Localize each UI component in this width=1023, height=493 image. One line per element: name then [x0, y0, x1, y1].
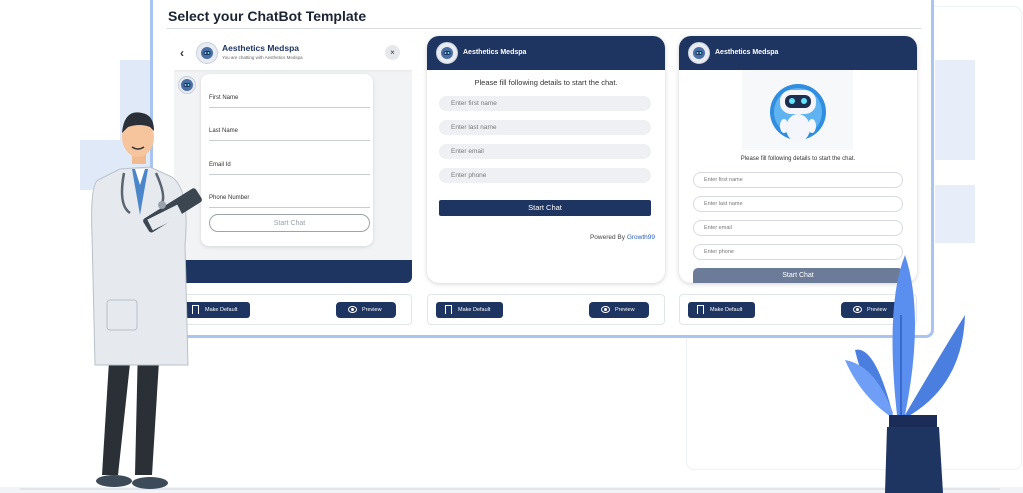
first-name-field[interactable]: First Name: [209, 92, 370, 108]
bookmark-icon: [697, 305, 704, 314]
robot-icon: [181, 79, 193, 91]
robot-icon: [742, 70, 853, 150]
preview-label: Preview: [615, 307, 635, 313]
bot-avatar: [196, 42, 218, 64]
bookmark-icon: [445, 305, 452, 314]
phone-field[interactable]: Phone Number: [209, 192, 370, 208]
bot-avatar: [436, 42, 458, 64]
eye-icon: [601, 306, 610, 313]
email-input[interactable]: Enter email: [439, 144, 651, 159]
chat-form: First Name Last Name Email Id Phone Numb…: [201, 74, 373, 246]
chat-header: Aesthetics Medspa: [679, 36, 917, 70]
template-card-3[interactable]: Aesthetics Medspa Please fill following …: [679, 36, 917, 283]
background-decoration: [935, 185, 975, 243]
robot-icon: [441, 47, 453, 59]
close-icon[interactable]: ×: [385, 45, 400, 60]
first-name-input[interactable]: Enter first name: [439, 96, 651, 111]
email-field[interactable]: Email Id: [209, 159, 370, 175]
form-instruction: Please fill following details to start t…: [474, 78, 618, 87]
chat-header: Aesthetics Medspa: [427, 36, 665, 70]
bot-name: Aesthetics Medspa: [222, 43, 299, 53]
bot-avatar: [688, 42, 710, 64]
email-input[interactable]: Enter email: [693, 220, 903, 236]
title-divider: [167, 28, 921, 29]
powered-by-prefix: Powered By: [589, 234, 627, 241]
bot-name: Aesthetics Medspa: [715, 49, 779, 56]
doctor-illustration: [91, 112, 202, 489]
preview-label: Preview: [362, 307, 382, 313]
preview-button[interactable]: Preview: [336, 302, 396, 318]
template-2-actions: Make Default Preview: [427, 294, 665, 325]
robot-icon: [693, 47, 705, 59]
last-name-field[interactable]: Last Name: [209, 125, 370, 141]
powered-by: Powered By Growth99: [590, 234, 655, 241]
last-name-input[interactable]: Enter last name: [439, 120, 651, 135]
eye-icon: [348, 306, 357, 313]
bot-avatar: [178, 76, 196, 94]
start-chat-button[interactable]: Start Chat: [209, 214, 370, 232]
make-default-label: Make Default: [710, 307, 743, 313]
last-name-input[interactable]: Enter last name: [693, 196, 903, 212]
make-default-button[interactable]: Make Default: [688, 302, 755, 318]
chat-header: ‹ Aesthetics Medspa You are chatting wit…: [174, 36, 412, 70]
page-title: Select your ChatBot Template: [168, 8, 367, 24]
bot-name: Aesthetics Medspa: [463, 49, 527, 56]
preview-button[interactable]: Preview: [589, 302, 649, 318]
robot-icon: [201, 47, 213, 59]
chevron-left-icon[interactable]: ‹: [180, 46, 184, 60]
start-chat-button[interactable]: Start Chat: [439, 200, 651, 216]
template-card-2[interactable]: Aesthetics Medspa Please fill following …: [427, 36, 665, 283]
background-decoration: [935, 60, 975, 160]
phone-input[interactable]: Enter phone: [439, 168, 651, 183]
form-instruction: Please fill following details to start t…: [740, 156, 856, 162]
chat-subtitle: You are chatting with Aesthetics Medspa: [222, 55, 303, 60]
powered-by-brand[interactable]: Growth99: [627, 234, 655, 241]
make-default-label: Make Default: [458, 307, 491, 313]
make-default-button[interactable]: Make Default: [436, 302, 503, 318]
template-selector-frame: Select your ChatBot Template ‹ Aesthetic…: [150, 0, 934, 338]
first-name-input[interactable]: Enter first name: [693, 172, 903, 188]
plant-illustration: [845, 255, 965, 493]
